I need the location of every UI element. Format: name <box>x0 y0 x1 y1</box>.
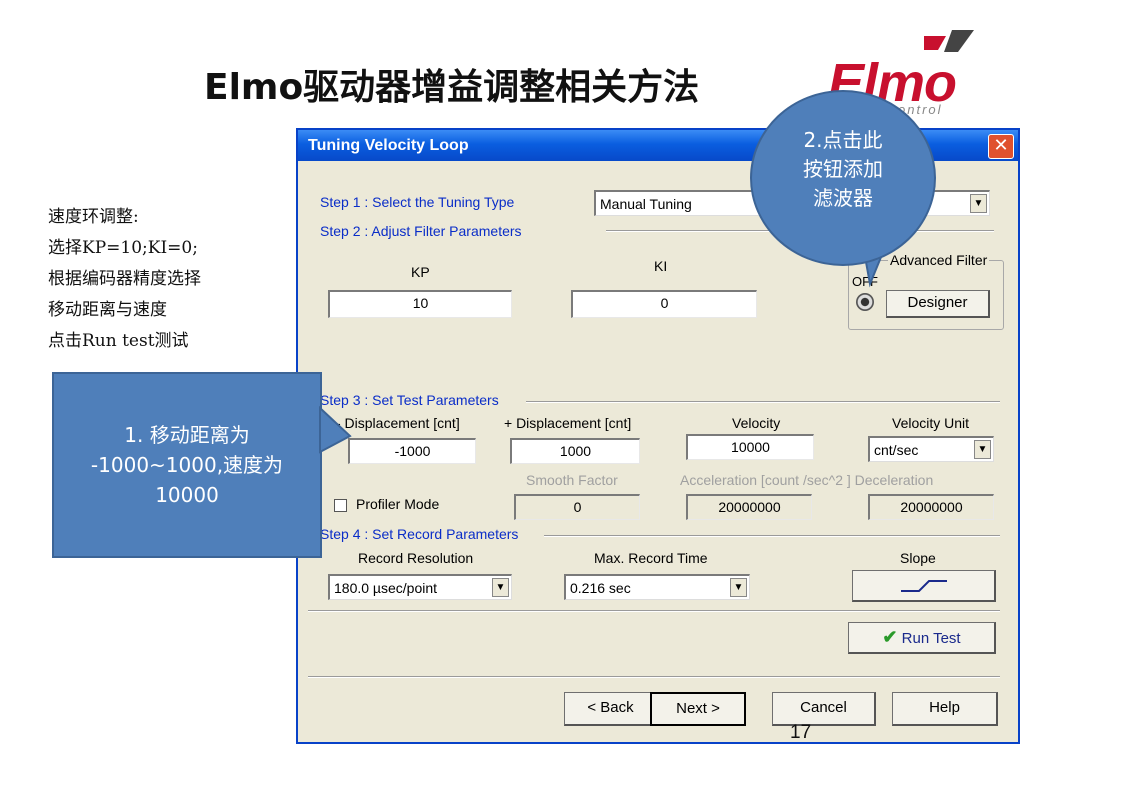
divider <box>526 401 1000 403</box>
check-icon: ✔ <box>882 627 898 647</box>
step2-label: Step 2 : Adjust Filter Parameters <box>320 223 522 239</box>
callout-line: 滤波器 <box>813 186 873 210</box>
max-record-time-value: 0.216 sec <box>570 580 631 596</box>
advanced-filter-label: Advanced Filter <box>888 252 990 268</box>
run-test-label: Run Test <box>901 630 961 647</box>
chevron-down-icon[interactable]: ▼ <box>730 578 747 597</box>
record-resolution-value: 180.0 µsec/point <box>334 580 438 596</box>
neg-displacement-label: - Displacement [cnt] <box>336 415 460 431</box>
acceleration-input[interactable]: 20000000 <box>686 494 812 520</box>
pos-displacement-label: + Displacement [cnt] <box>504 415 632 431</box>
kp-input[interactable]: 10 <box>328 290 512 318</box>
filter-status-icon <box>856 293 874 311</box>
dialog-title: Tuning Velocity Loop <box>308 137 469 154</box>
profiler-mode-checkbox[interactable] <box>334 499 347 512</box>
profiler-mode-label: Profiler Mode <box>356 496 440 512</box>
divider <box>544 535 1000 537</box>
record-resolution-label: Record Resolution <box>358 550 474 566</box>
smooth-factor-input[interactable]: 0 <box>514 494 640 520</box>
side-note-line: 点击Run test测试 <box>48 331 189 351</box>
filter-callout: 2.点击此 按钮添加 滤波器 <box>750 90 936 266</box>
close-icon[interactable]: ✕ <box>988 134 1014 159</box>
velocity-label: Velocity <box>732 415 781 431</box>
callout-line: -1000~1000,速度为 <box>90 453 284 477</box>
tuning-type-value: Manual Tuning <box>600 196 692 212</box>
chevron-down-icon[interactable]: ▼ <box>970 194 987 213</box>
deceleration-input[interactable]: 20000000 <box>868 494 994 520</box>
callout-pointer-icon <box>319 405 352 454</box>
callout-line: 按钮添加 <box>803 157 883 181</box>
cancel-button[interactable]: Cancel <box>772 692 876 726</box>
side-note: 速度环调整: 选择KP=10;KI=0; 根据编码器精度选择 移动距离与速度 点… <box>48 202 201 357</box>
designer-button[interactable]: Designer <box>886 290 990 318</box>
pos-displacement-input[interactable]: 1000 <box>510 438 640 464</box>
acceleration-label: Acceleration [count /sec^2 ] Deceleratio… <box>680 472 934 488</box>
ki-input[interactable]: 0 <box>571 290 757 318</box>
divider <box>308 676 1000 678</box>
callout-line: 10000 <box>155 483 219 507</box>
displacement-callout: 1. 移动距离为 -1000~1000,速度为 10000 <box>52 372 322 558</box>
side-note-line: 选择KP=10;KI=0; <box>48 238 198 258</box>
next-button[interactable]: Next > <box>650 692 746 726</box>
callout-line: 1. 移动距离为 <box>124 423 250 447</box>
neg-displacement-input[interactable]: -1000 <box>348 438 476 464</box>
side-note-line: 根据编码器精度选择 <box>48 269 201 289</box>
smooth-factor-label: Smooth Factor <box>526 472 618 488</box>
divider <box>308 610 1000 612</box>
side-note-line: 移动距离与速度 <box>48 300 167 320</box>
help-button[interactable]: Help <box>892 692 998 726</box>
chevron-down-icon[interactable]: ▼ <box>492 578 509 597</box>
slope-label: Slope <box>900 550 936 566</box>
slope-button[interactable] <box>852 570 996 602</box>
velocity-input[interactable]: 10000 <box>686 434 814 460</box>
page-number: 17 <box>790 722 812 743</box>
back-button[interactable]: < Back <box>564 692 658 726</box>
velocity-unit-select[interactable]: cnt/sec ▼ <box>868 436 994 462</box>
slide-title: Elmo驱动器增益调整相关方法 <box>204 67 700 108</box>
logo-mark-icon <box>924 30 974 52</box>
step1-label: Step 1 : Select the Tuning Type <box>320 194 515 210</box>
record-resolution-select[interactable]: 180.0 µsec/point ▼ <box>328 574 512 600</box>
rising-edge-icon <box>900 580 947 592</box>
step4-label: Step 4 : Set Record Parameters <box>320 526 519 542</box>
ki-label: KI <box>654 258 668 274</box>
max-record-time-label: Max. Record Time <box>594 550 708 566</box>
velocity-unit-value: cnt/sec <box>874 442 919 458</box>
chevron-down-icon[interactable]: ▼ <box>974 440 991 459</box>
velocity-unit-label: Velocity Unit <box>892 415 970 431</box>
kp-label: KP <box>411 264 430 280</box>
callout-line: 2.点击此 <box>803 128 883 152</box>
max-record-time-select[interactable]: 0.216 sec ▼ <box>564 574 750 600</box>
run-test-button[interactable]: ✔ Run Test <box>848 622 996 654</box>
side-note-line: 速度环调整: <box>48 207 139 227</box>
